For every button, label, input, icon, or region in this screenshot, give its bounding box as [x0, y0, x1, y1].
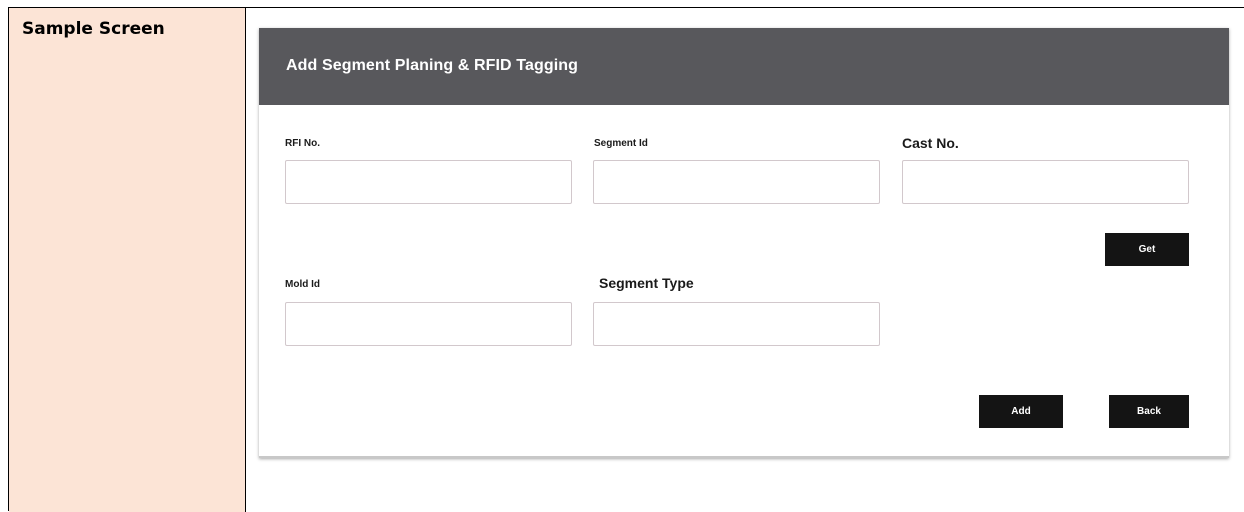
get-button[interactable]: Get	[1105, 233, 1189, 266]
section-label-cell: Sample Screen	[9, 8, 246, 512]
back-button[interactable]: Back	[1109, 395, 1189, 428]
segment-type-input[interactable]	[593, 302, 880, 346]
mold-id-input[interactable]	[285, 302, 572, 346]
section-label: Sample Screen	[22, 19, 165, 39]
add-button[interactable]: Add	[979, 395, 1063, 428]
rfi-no-label: RFI No.	[285, 138, 320, 149]
sample-screen-card: Add Segment Planing & RFID Tagging RFI N…	[259, 28, 1229, 458]
segment-id-input[interactable]	[593, 160, 880, 204]
segment-id-label: Segment Id	[594, 138, 648, 149]
cast-no-input[interactable]	[902, 160, 1189, 204]
cast-no-label: Cast No.	[902, 135, 959, 151]
mold-id-label: Mold Id	[285, 279, 320, 290]
screen-title: Add Segment Planing & RFID Tagging	[286, 57, 578, 74]
screen-header: Add Segment Planing & RFID Tagging	[259, 28, 1229, 105]
segment-type-label: Segment Type	[599, 275, 694, 291]
rfi-no-input[interactable]	[285, 160, 572, 204]
